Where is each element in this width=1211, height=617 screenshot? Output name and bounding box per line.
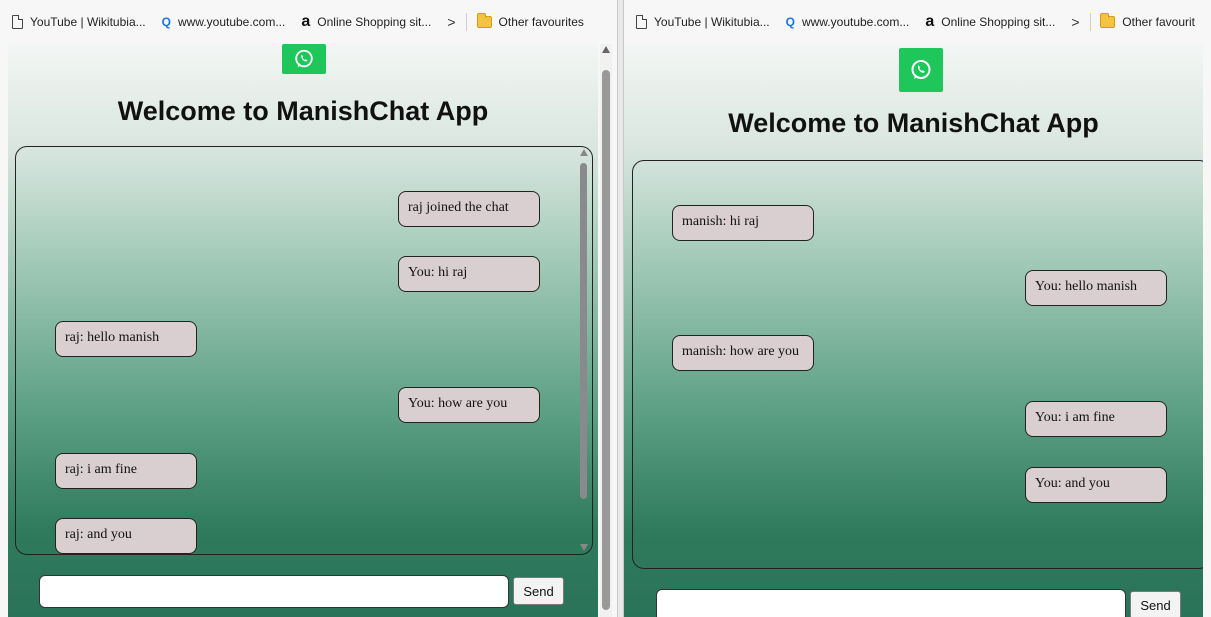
whatsapp-logo-icon: [282, 44, 326, 74]
send-button[interactable]: Send: [513, 577, 564, 605]
send-button[interactable]: Send: [1130, 591, 1181, 617]
chat-message-container[interactable]: manish: hi raj You: hello manish manish:…: [632, 160, 1203, 569]
amazon-icon: a: [301, 13, 311, 30]
chat-message: raj joined the chat: [398, 191, 540, 227]
chat-message: raj: hello manish: [55, 321, 197, 357]
bookmark-label: YouTube | Wikitubia...: [654, 15, 770, 29]
message-input[interactable]: [39, 575, 509, 608]
whatsapp-logo-icon: [899, 48, 943, 92]
scroll-up-arrow-icon[interactable]: [602, 46, 610, 53]
bookmark-other-favourites[interactable]: Other favourit: [1100, 13, 1195, 29]
bookmark-youtube-wikitubia[interactable]: YouTube | Wikitubia...: [636, 15, 770, 29]
bookmark-label: Other favourit: [1122, 15, 1195, 29]
chat-message-container[interactable]: raj joined the chat You: hi raj raj: hel…: [15, 146, 593, 555]
divider: [1089, 13, 1091, 31]
bookmark-youtube-wikitubia[interactable]: YouTube | Wikitubia...: [12, 15, 146, 29]
page-icon: [12, 15, 23, 29]
search-icon: Q: [161, 15, 171, 29]
bookmark-amazon[interactable]: a Online Shopping sit...: [925, 13, 1056, 30]
chat-message: You: hello manish: [1025, 270, 1167, 306]
chat-message: You: i am fine: [1025, 401, 1167, 437]
bookmark-label: www.youtube.com...: [801, 15, 910, 29]
amazon-icon: a: [925, 13, 935, 30]
chat-message: You: how are you: [398, 387, 540, 423]
divider: [465, 13, 467, 31]
chat-message: manish: hi raj: [672, 205, 814, 241]
favorites-bar: YouTube | Wikitubia... Q www.youtube.com…: [624, 0, 1211, 44]
bookmark-label: www.youtube.com...: [177, 15, 286, 29]
chat-app: Welcome to ManishChat App raj joined the…: [8, 44, 598, 617]
scroll-thumb[interactable]: [580, 163, 587, 499]
bookmark-label: Online Shopping sit...: [317, 15, 432, 29]
scroll-down-arrow-icon[interactable]: [580, 544, 588, 551]
bookmark-youtube-search[interactable]: Q www.youtube.com...: [786, 15, 910, 29]
bookmark-label: Other favourites: [498, 15, 584, 29]
browser-window-right: YouTube | Wikitubia... Q www.youtube.com…: [624, 0, 1211, 617]
scroll-up-arrow-icon[interactable]: [580, 149, 588, 156]
search-icon: Q: [785, 15, 795, 29]
bookmark-label: Online Shopping sit...: [941, 15, 1056, 29]
bookmark-other-favourites[interactable]: Other favourites: [476, 13, 584, 29]
chat-message: You: hi raj: [398, 256, 540, 292]
favorites-bar: YouTube | Wikitubia... Q www.youtube.com…: [0, 0, 617, 44]
page-title: Welcome to ManishChat App: [117, 96, 489, 126]
split-view-divider[interactable]: [617, 0, 624, 617]
page-title: Welcome to ManishChat App: [728, 108, 1099, 138]
message-input[interactable]: [656, 589, 1126, 617]
page-icon: [636, 15, 647, 29]
chat-app: Welcome to ManishChat App manish: hi raj…: [624, 44, 1203, 617]
chevron-right-icon[interactable]: >: [447, 14, 455, 30]
bookmark-label: YouTube | Wikitubia...: [30, 15, 146, 29]
page-scrollbar[interactable]: [600, 44, 612, 617]
bookmark-youtube-search[interactable]: Q www.youtube.com...: [162, 15, 286, 29]
scroll-thumb[interactable]: [602, 70, 610, 610]
chat-message: manish: how are you: [672, 335, 814, 371]
bookmark-amazon[interactable]: a Online Shopping sit...: [301, 13, 432, 30]
chat-message: raj: and you: [55, 518, 197, 554]
browser-window-left: YouTube | Wikitubia... Q www.youtube.com…: [0, 0, 617, 617]
folder-icon: [476, 13, 492, 28]
chat-message: raj: i am fine: [55, 453, 197, 489]
chat-scrollbar[interactable]: [578, 149, 590, 551]
chevron-right-icon[interactable]: >: [1071, 14, 1079, 30]
folder-icon: [1100, 13, 1116, 28]
chat-message: You: and you: [1025, 467, 1167, 503]
